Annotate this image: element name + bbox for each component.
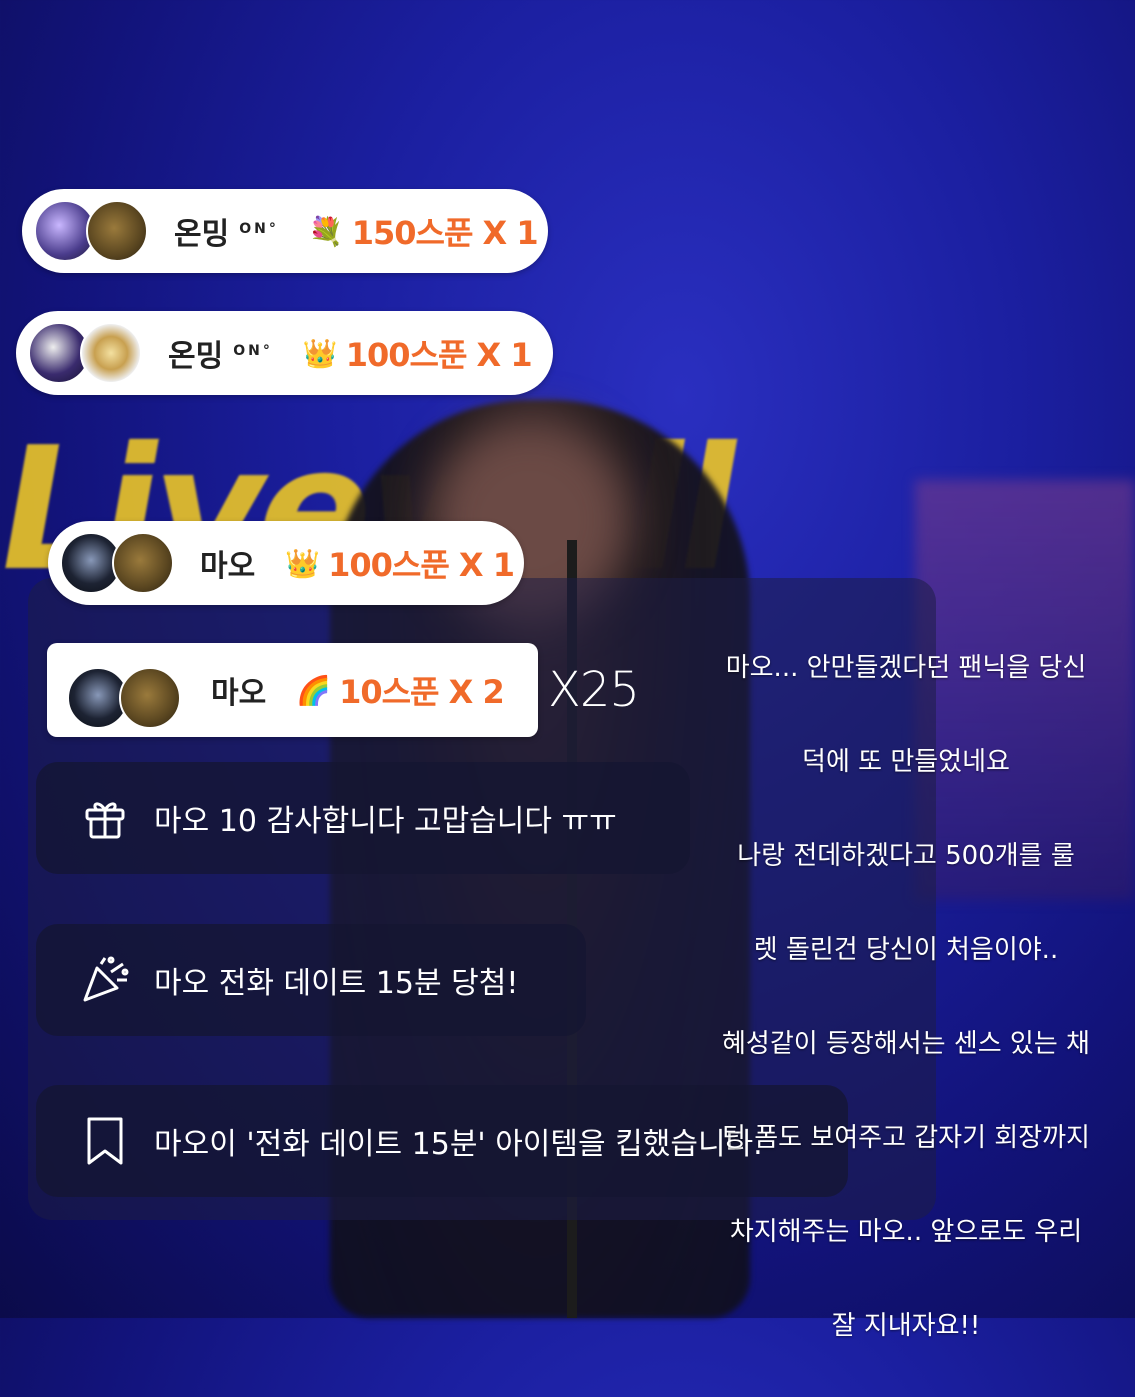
party-popper-icon (70, 954, 140, 1006)
gift-amount: 100스푼 X 1 (328, 546, 515, 584)
gift-amount: 100스푼 X 1 (345, 336, 533, 374)
flower-bouquet-icon: 💐 (308, 214, 344, 248)
gift-sender-name: 마오 (211, 676, 267, 711)
bookmark-icon (70, 1115, 140, 1167)
avatar (86, 200, 148, 262)
avatar (112, 532, 174, 594)
chat-message: 마오 전화 데이트 15분 당첨! (36, 924, 586, 1036)
memo-line: 팅 폼도 보여주고 갑자기 회장까지 (722, 1123, 1090, 1153)
memo-line: 덕에 또 만들었네요 (802, 747, 1010, 777)
multiplier-label: X25 (548, 662, 640, 718)
memo-line: 마오... 안만들겠다던 팬닉을 당신 (725, 653, 1087, 683)
chat-message: 마오 10 감사합니다 고맙습니다 ㅠㅠ (36, 762, 690, 874)
chat-message-text: 마오 전화 데이트 15분 당첨! (154, 966, 519, 1001)
crown-icon: 👑 (285, 546, 321, 580)
avatar-group (60, 528, 180, 598)
avatar-group (28, 318, 148, 388)
rainbow-icon: 🌈 (296, 673, 332, 707)
avatar (119, 667, 181, 729)
avatar (80, 322, 142, 384)
gift-notification: 온밍 ON° 💐 150스푼 X 1 (22, 189, 548, 273)
gift-notification: 마오 👑 100스푼 X 1 (48, 521, 524, 605)
memo-line: 나랑 전데하겠다고 500개를 룰 (737, 841, 1075, 871)
memo-line: 렛 돌린건 당신이 처음이야.. (753, 935, 1059, 965)
gift-notification: 온밍 ON° 👑 100스푼 X 1 (16, 311, 553, 395)
gift-notification: 마오 🌈 10스푼 X 2 (47, 643, 538, 737)
gift-sender-name: 온밍 ON° (174, 217, 279, 252)
gift-amount: 10스푼 X 2 (339, 673, 505, 711)
crown-icon: 👑 (302, 336, 338, 370)
gift-sender-name: 마오 (200, 549, 256, 584)
avatar-group (34, 196, 154, 266)
memo-text: 마오... 안만들겠다던 팬닉을 당신 덕에 또 만들었네요 나랑 전데하겠다고… (696, 598, 1116, 1397)
gift-amount: 150스푼 X 1 (351, 214, 539, 252)
avatar-group (67, 655, 187, 729)
memo-line: 혜성같이 등장해서는 센스 있는 채 (722, 1029, 1090, 1059)
gift-icon (70, 794, 140, 842)
chat-message-text: 마오 10 감사합니다 고맙습니다 ㅠㅠ (154, 804, 617, 839)
gift-sender-name: 온밍 ON° (168, 339, 273, 374)
chat-message-text: 마오이 '전화 데이트 15분' 아이템을 킵했습니다. (154, 1127, 763, 1162)
memo-line: 잘 지내자요!! (831, 1311, 981, 1341)
memo-line: 차지해주는 마오.. 앞으로도 우리 (729, 1217, 1083, 1247)
